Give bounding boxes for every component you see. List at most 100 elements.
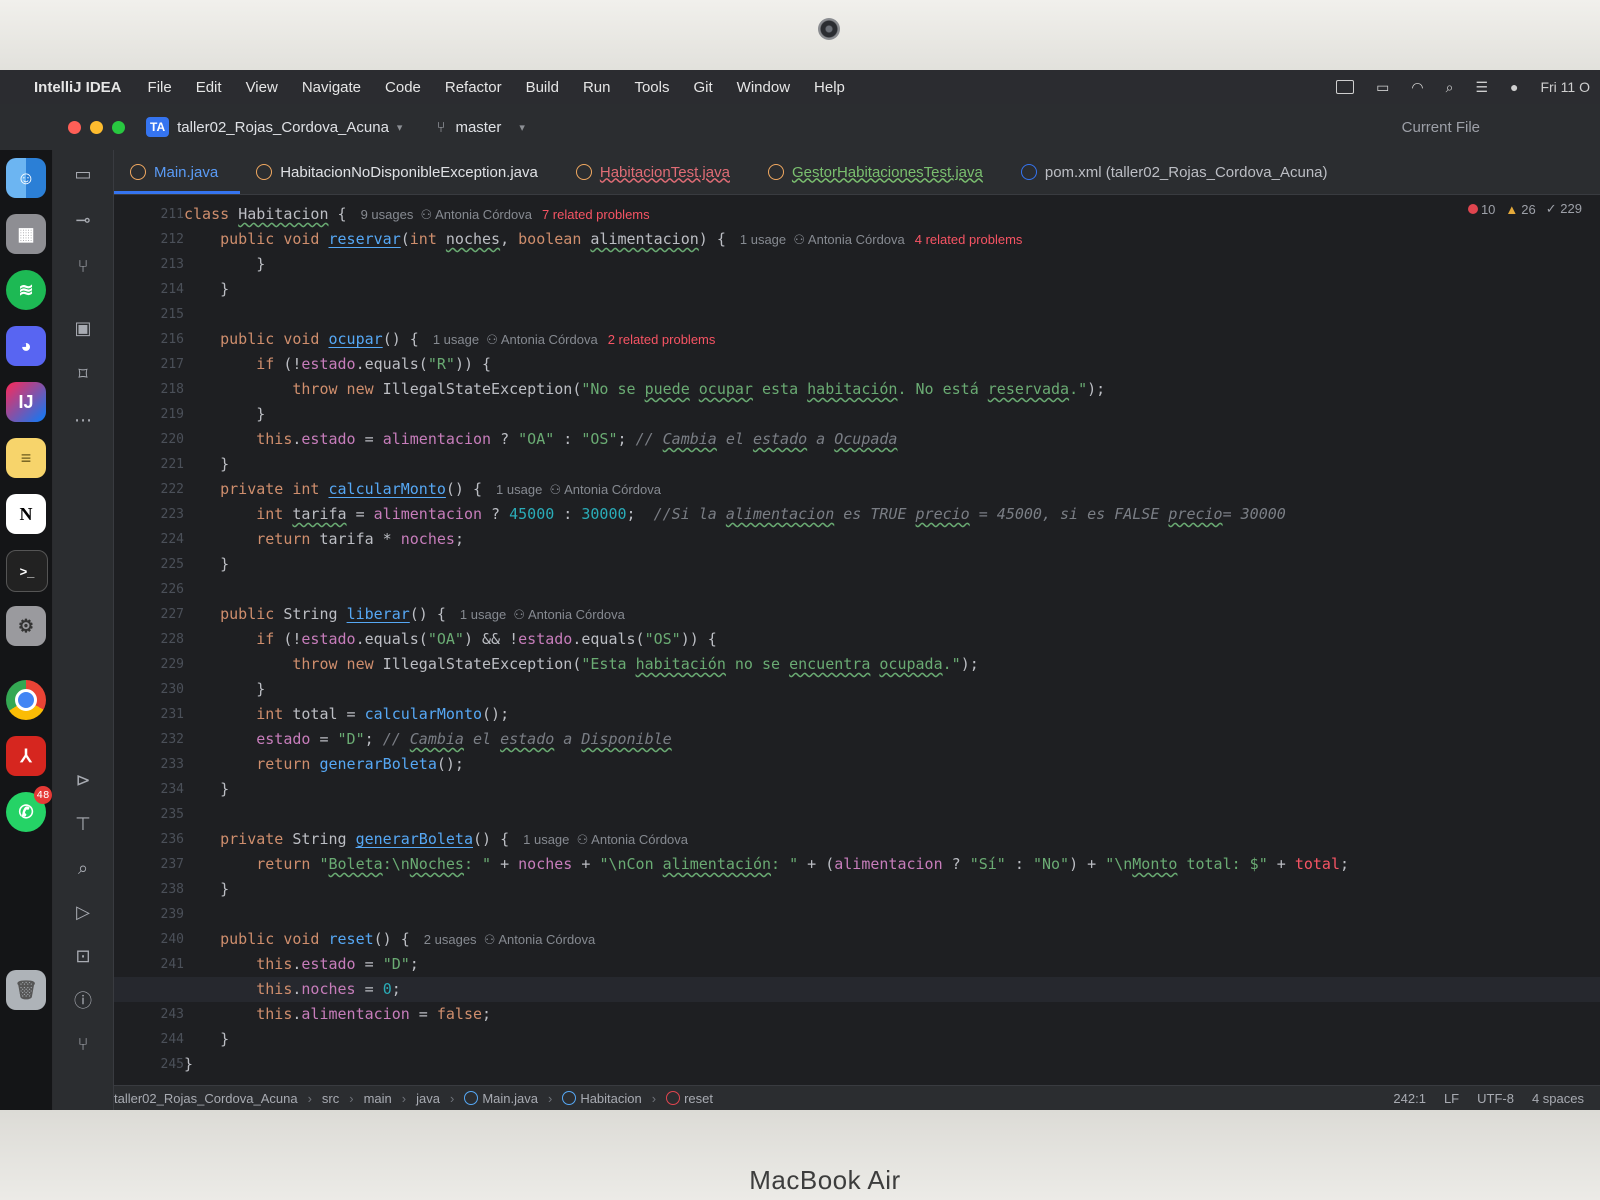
control-center-icon[interactable]: ☰ — [1475, 79, 1488, 96]
run-config-selector[interactable]: Current File — [1402, 119, 1480, 136]
menu-app-name[interactable]: IntelliJ IDEA — [34, 79, 122, 96]
tab-habitacion-test[interactable]: HabitacionTest.java — [560, 150, 752, 194]
launchpad-icon[interactable]: ▦ — [6, 214, 46, 254]
menubar-clock[interactable]: Fri 11 O — [1540, 79, 1590, 95]
intellij-icon[interactable]: IJ — [6, 382, 46, 422]
build-hammer-icon[interactable]: ⊤ — [71, 812, 95, 836]
commit-icon[interactable]: ⊸ — [71, 208, 95, 232]
code-line: this.estado = alimentacion ? "OA" : "OS"… — [256, 430, 898, 448]
code-line: int total = calcularMonto(); — [256, 705, 510, 723]
line-separator[interactable]: LF — [1444, 1091, 1459, 1106]
status-bar: taller02_Rojas_Cordova_Acuna › src › mai… — [114, 1085, 1600, 1110]
line-number: 240 — [160, 932, 184, 947]
macos-dock: ☺ ▦ ≋ ◕ IJ ≡ N >_ ⚙ ⅄ ✆ 48 🗑 — [0, 150, 53, 1110]
line-number: 212 — [160, 232, 184, 247]
search-icon[interactable]: ⌕ — [71, 856, 95, 880]
bookmarks-icon[interactable]: ⌑ — [71, 362, 95, 386]
project-folder-icon[interactable]: ▭ — [71, 162, 95, 186]
line-number: 218 — [160, 382, 184, 397]
menu-window[interactable]: Window — [737, 79, 790, 96]
screen: IntelliJ IDEA File Edit View Navigate Co… — [0, 70, 1600, 1110]
menu-tools[interactable]: Tools — [634, 79, 669, 96]
menu-refactor[interactable]: Refactor — [445, 79, 502, 96]
menu-file[interactable]: File — [148, 79, 172, 96]
acrobat-icon[interactable]: ⅄ — [6, 736, 46, 776]
settings-icon[interactable]: ⚙ — [6, 606, 46, 646]
code-line: public void reservar(int noches, boolean… — [220, 230, 1023, 248]
wifi-icon[interactable]: ◠ — [1411, 79, 1423, 96]
file-encoding[interactable]: UTF-8 — [1477, 1091, 1514, 1106]
inspection-widget[interactable]: 10 ▲ 26 ✓ 229 — [1467, 201, 1582, 217]
notes-icon[interactable]: ≡ — [6, 438, 46, 478]
menu-build[interactable]: Build — [526, 79, 559, 96]
project-selector[interactable]: taller02_Rojas_Cordova_Acuna — [177, 119, 389, 136]
problems-icon[interactable]: ⓘ — [71, 988, 95, 1012]
code-line: this.estado = "D"; — [256, 955, 419, 973]
line-number: 211 — [160, 207, 184, 222]
code-line: return generarBoleta(); — [256, 755, 464, 773]
chrome-icon[interactable] — [6, 680, 46, 720]
spotlight-icon[interactable]: ⌕ — [1446, 79, 1454, 96]
terminal-icon[interactable]: >_ — [6, 550, 48, 592]
breadcrumb-reset[interactable]: reset — [666, 1091, 713, 1106]
run-icon[interactable]: ▷ — [71, 900, 95, 924]
editor-tabs: Main.java HabitacionNoDisponibleExceptio… — [114, 150, 1600, 195]
code-line: if (!estado.equals("R")) { — [256, 355, 492, 373]
trash-icon[interactable]: 🗑 — [6, 970, 46, 1010]
notion-icon[interactable]: N — [6, 494, 46, 534]
display-icon[interactable] — [1336, 80, 1355, 94]
pull-requests-icon[interactable]: ⑂ — [71, 254, 95, 278]
menu-edit[interactable]: Edit — [196, 79, 222, 96]
breadcrumb-main-java[interactable]: Main.java — [464, 1091, 538, 1106]
menu-view[interactable]: View — [246, 79, 278, 96]
structure-icon[interactable]: ▣ — [71, 316, 95, 340]
line-number: 224 — [160, 532, 184, 547]
breadcrumb-habitacion[interactable]: Habitacion — [562, 1091, 642, 1106]
code-line: } — [184, 1030, 230, 1048]
tab-habitacion-no-disponible-exception[interactable]: HabitacionNoDisponibleException.java — [240, 150, 560, 194]
breadcrumb-main[interactable]: main — [364, 1091, 392, 1106]
close-window-button[interactable] — [68, 120, 81, 134]
discord-icon[interactable]: ◕ — [6, 326, 46, 366]
line-number: 215 — [160, 307, 184, 322]
line-number: 219 — [160, 407, 184, 422]
code-editor[interactable]: 10 ▲ 26 ✓ 229 211 212 213 214 215 216 217… — [114, 195, 1600, 1085]
spotify-icon[interactable]: ≋ — [6, 270, 46, 310]
branch-selector[interactable]: ⑂ master ▾ — [436, 119, 524, 136]
breadcrumb-src[interactable]: src — [322, 1091, 339, 1106]
code-line: } — [184, 255, 266, 273]
line-number: 239 — [160, 907, 184, 922]
battery-icon[interactable]: ▭ — [1376, 79, 1389, 96]
breadcrumb-java[interactable]: java — [416, 1091, 440, 1106]
minimize-window-button[interactable] — [90, 120, 103, 134]
terminal-tool-icon[interactable]: ⊡ — [71, 944, 95, 968]
services-icon[interactable]: ⊳ — [71, 768, 95, 792]
tab-main-java[interactable]: Main.java — [114, 150, 241, 194]
code-line: } — [184, 555, 230, 573]
menu-navigate[interactable]: Navigate — [302, 79, 361, 96]
finder-icon[interactable]: ☺ — [6, 158, 46, 198]
zoom-window-button[interactable] — [112, 120, 125, 134]
menu-git[interactable]: Git — [694, 79, 713, 96]
breadcrumb-project[interactable]: taller02_Rojas_Cordova_Acuna — [114, 1091, 298, 1106]
error-count: 10 — [1480, 201, 1496, 217]
line-number: 238 — [160, 882, 184, 897]
macos-menubar: IntelliJ IDEA File Edit View Navigate Co… — [0, 70, 1600, 104]
line-number: 225 — [160, 557, 184, 572]
git-icon[interactable]: ⑂ — [71, 1032, 95, 1056]
caret-position[interactable]: 242:1 — [1393, 1091, 1426, 1106]
more-tools-icon[interactable]: ⋯ — [71, 408, 95, 432]
line-number: 228 — [160, 632, 184, 647]
code-line: int tarifa = alimentacion ? 45000 : 3000… — [256, 505, 1286, 523]
menu-help[interactable]: Help — [814, 79, 845, 96]
tab-gestor-habitaciones-test[interactable]: GestorHabitacionesTest.java — [752, 150, 1005, 194]
menu-run[interactable]: Run — [583, 79, 611, 96]
class-icon — [464, 1091, 479, 1105]
line-number: 231 — [160, 707, 184, 722]
indent-setting[interactable]: 4 spaces — [1532, 1091, 1584, 1106]
tab-pom-xml[interactable]: pom.xml (taller02_Rojas_Cordova_Acuna) — [1005, 150, 1350, 194]
menu-code[interactable]: Code — [385, 79, 421, 96]
line-number: 236 — [160, 832, 184, 847]
java-class-icon — [575, 164, 592, 180]
siri-icon[interactable]: ● — [1510, 79, 1518, 95]
